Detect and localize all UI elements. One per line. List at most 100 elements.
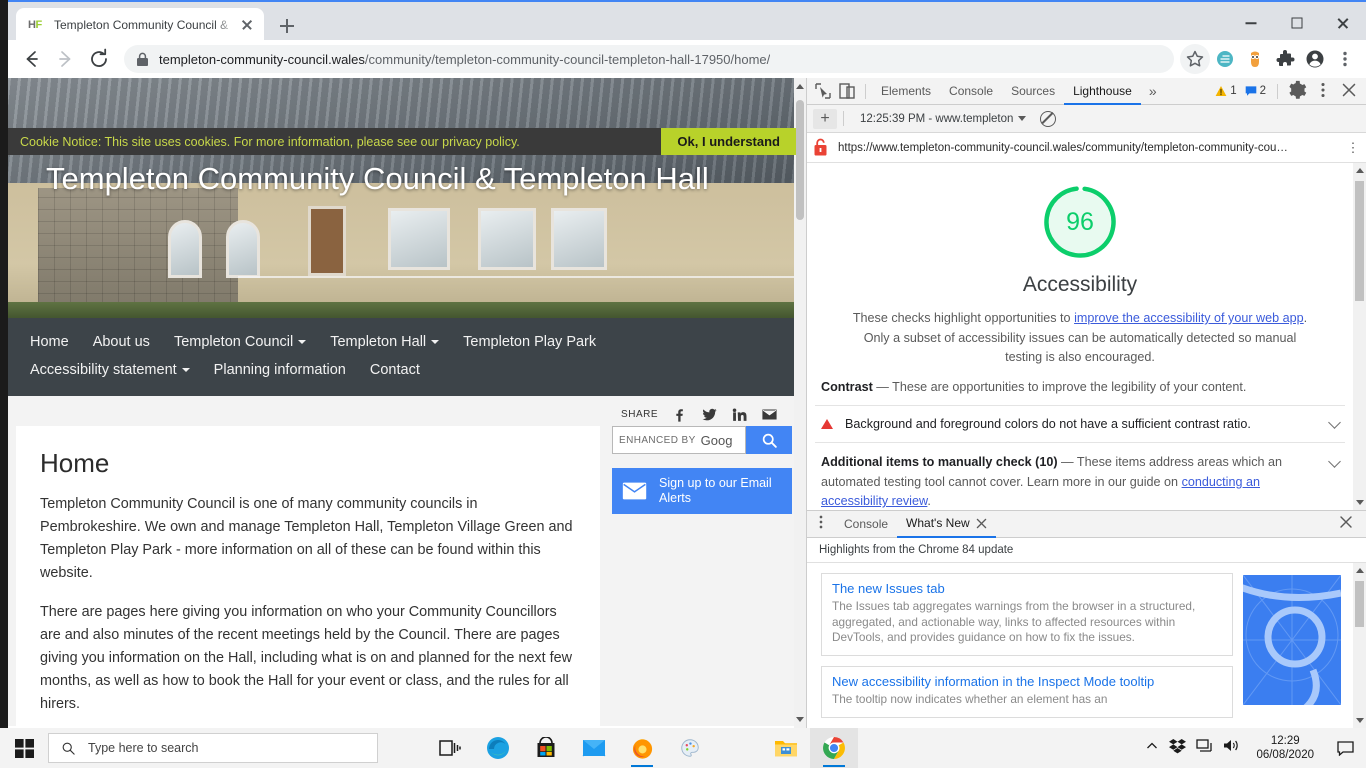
cookie-accept-button[interactable]: Ok, I understand xyxy=(661,128,796,155)
nav-link-templeton-hall[interactable]: Templeton Hall xyxy=(330,328,440,356)
nav-link-templeton-council[interactable]: Templeton Council xyxy=(174,328,307,356)
file-explorer-icon[interactable] xyxy=(762,728,810,768)
tab-elements[interactable]: Elements xyxy=(872,78,940,105)
scroll-down-arrow[interactable] xyxy=(1355,500,1364,505)
star-icon[interactable] xyxy=(1180,44,1210,74)
facebook-icon[interactable] xyxy=(671,406,688,423)
devtools-more-options-icon[interactable] xyxy=(1312,79,1336,103)
whats-new-card[interactable]: The new Issues tab The Issues tab aggreg… xyxy=(821,573,1233,657)
paint-3d-icon[interactable] xyxy=(666,728,714,768)
twitter-icon[interactable] xyxy=(701,406,718,423)
scrollbar-thumb[interactable] xyxy=(796,100,804,220)
back-icon[interactable] xyxy=(14,42,48,76)
drawer-more-options-icon[interactable] xyxy=(811,512,835,536)
chrome-menu-icon[interactable] xyxy=(1330,44,1360,74)
more-tabs-icon[interactable]: » xyxy=(1141,83,1165,99)
nav-link-about-us[interactable]: About us xyxy=(93,328,150,356)
inspect-element-icon[interactable] xyxy=(811,79,835,103)
microsoft-edge-icon[interactable] xyxy=(474,728,522,768)
scroll-down-arrow[interactable] xyxy=(796,717,804,722)
scrollbar-thumb[interactable] xyxy=(1355,581,1364,627)
cookie-notice-text: Cookie Notice: This site uses cookies. F… xyxy=(20,134,520,149)
task-view-icon[interactable] xyxy=(426,728,474,768)
search-button[interactable] xyxy=(746,426,792,454)
email-alerts-button[interactable]: Sign up to our Email Alerts xyxy=(612,468,792,514)
tab-sources[interactable]: Sources xyxy=(1002,78,1064,105)
nav-link-accessibility-statement[interactable]: Accessibility statement xyxy=(30,356,190,384)
desc-pre: These checks highlight opportunities to xyxy=(852,311,1075,325)
manual-checks-section[interactable]: Additional items to manually check (10) … xyxy=(815,443,1345,510)
linkedin-icon[interactable] xyxy=(731,406,748,423)
warnings-count: 1 xyxy=(1230,85,1237,97)
email-icon[interactable] xyxy=(761,406,778,423)
gear-icon[interactable] xyxy=(1286,79,1310,103)
dropbox-icon[interactable] xyxy=(1169,738,1187,759)
card-title[interactable]: The new Issues tab xyxy=(832,581,1222,596)
search-input[interactable]: ENHANCED BY Goog xyxy=(612,426,746,454)
address-bar[interactable]: templeton-community-council.wales/commun… xyxy=(124,45,1174,73)
browser-toolbar: templeton-community-council.wales/commun… xyxy=(8,40,1366,78)
close-tab-icon[interactable] xyxy=(976,518,987,529)
no-entry-icon[interactable] xyxy=(1040,110,1057,127)
puzzle-extensions-icon[interactable] xyxy=(1270,44,1300,74)
close-drawer-icon[interactable] xyxy=(1336,512,1360,536)
drawer-tab-whats-new[interactable]: What's New xyxy=(897,511,996,538)
volume-icon[interactable] xyxy=(1223,738,1240,758)
whats-new-card-list: The new Issues tab The Issues tab aggreg… xyxy=(807,563,1243,728)
profile-avatar-icon[interactable] xyxy=(1300,44,1330,74)
action-center-icon[interactable] xyxy=(1330,728,1360,768)
minimize-button[interactable] xyxy=(1228,4,1274,42)
close-devtools-icon[interactable] xyxy=(1338,79,1362,103)
lighthouse-report-selector[interactable]: 12:25:39 PM - www.templeton xyxy=(860,113,1027,125)
browser-tab[interactable]: HF Templeton Community Council & xyxy=(16,8,264,42)
scroll-up-arrow[interactable] xyxy=(1355,168,1364,173)
lighthouse-audited-url: https://www.templeton-community-council.… xyxy=(838,141,1288,154)
taskbar-search-box[interactable]: Type here to search xyxy=(48,733,378,763)
tab-close-icon[interactable] xyxy=(238,16,256,34)
new-tab-button[interactable] xyxy=(274,13,300,39)
grammarly-owl-icon[interactable] xyxy=(1240,44,1270,74)
maximize-button[interactable] xyxy=(1274,4,1320,42)
tab-lighthouse[interactable]: Lighthouse xyxy=(1064,78,1141,105)
nav-link-home[interactable]: Home xyxy=(30,328,69,356)
audit-row-contrast-ratio[interactable]: Background and foreground colors do not … xyxy=(815,405,1345,444)
toolbar-divider xyxy=(1277,83,1278,99)
scroll-up-arrow[interactable] xyxy=(1355,568,1364,573)
reload-icon[interactable] xyxy=(82,42,116,76)
lighthouse-options-icon[interactable]: ⋮ xyxy=(1346,140,1360,156)
show-hidden-icons-chevron[interactable] xyxy=(1145,739,1159,758)
lighthouse-scrollbar[interactable] xyxy=(1353,163,1366,510)
improve-accessibility-link[interactable]: improve the accessibility of your web ap… xyxy=(1074,311,1304,325)
forward-icon[interactable] xyxy=(48,42,82,76)
nav-link-label: Planning information xyxy=(213,362,346,378)
scroll-down-arrow[interactable] xyxy=(1355,718,1364,723)
network-icon[interactable] xyxy=(1196,738,1213,758)
whats-new-scrollbar[interactable] xyxy=(1353,563,1366,728)
scroll-up-arrow[interactable] xyxy=(796,84,804,89)
microsoft-store-icon[interactable] xyxy=(522,728,570,768)
hero-window xyxy=(551,208,607,270)
chevron-down-icon[interactable] xyxy=(1328,455,1341,468)
firefox-icon[interactable] xyxy=(618,728,666,768)
scrollbar-thumb[interactable] xyxy=(1355,181,1364,301)
page-scrollbar[interactable] xyxy=(794,78,806,728)
nav-link-planning-information[interactable]: Planning information xyxy=(214,356,346,384)
taskbar-clock[interactable]: 12:29 06/08/2020 xyxy=(1250,734,1320,763)
device-toolbar-icon[interactable] xyxy=(835,79,859,103)
lighthouse-add-report-button[interactable]: + xyxy=(813,108,837,129)
close-window-button[interactable] xyxy=(1320,4,1366,42)
extension-teal-icon[interactable] xyxy=(1210,44,1240,74)
tab-console[interactable]: Console xyxy=(940,78,1002,105)
whats-new-card[interactable]: New accessibility information in the Ins… xyxy=(821,666,1233,718)
warnings-badge[interactable]: 1 xyxy=(1212,85,1239,97)
card-title[interactable]: New accessibility information in the Ins… xyxy=(832,674,1222,689)
drawer-tab-console[interactable]: Console xyxy=(835,511,897,538)
nav-link-label: Templeton Play Park xyxy=(463,334,597,350)
windows-start-icon[interactable] xyxy=(0,728,48,768)
google-chrome-icon[interactable] xyxy=(810,728,858,768)
nav-link-contact[interactable]: Contact xyxy=(370,356,420,384)
nav-link-templeton-play-park[interactable]: Templeton Play Park xyxy=(463,328,596,356)
mail-icon[interactable] xyxy=(570,728,618,768)
chevron-down-icon[interactable] xyxy=(1328,415,1341,429)
messages-badge[interactable]: 2 xyxy=(1242,85,1269,97)
